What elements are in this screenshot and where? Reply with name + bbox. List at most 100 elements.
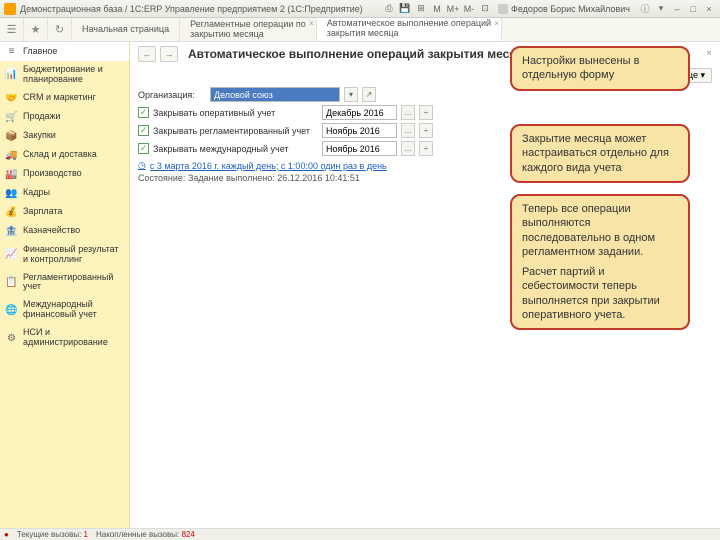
main-toolbar: ☰ ★ ↻ Начальная страница Регламентные оп… — [0, 18, 720, 42]
sidebar-item-production[interactable]: 🏭 Производство — [0, 165, 129, 184]
minimize-icon[interactable]: – — [670, 2, 684, 16]
tab-auto-close[interactable]: Автоматическое выполнение операций закры… — [317, 18, 502, 41]
money-icon: 💰 — [6, 207, 17, 218]
sidebar-item-label: Бюджетирование и планирование — [23, 65, 123, 85]
globe-icon: 🌐 — [6, 305, 17, 316]
tab-close-icon[interactable]: × — [494, 20, 499, 29]
home-icon: ≡ — [6, 46, 17, 57]
month-stepper-icon[interactable]: ÷ — [419, 105, 433, 120]
month-ellipsis-icon[interactable]: … — [401, 141, 415, 156]
sidebar-item-label: Производство — [23, 169, 82, 179]
maximize-icon[interactable]: □ — [686, 2, 700, 16]
sidebar-item-treasury[interactable]: 🏦Казначейство — [0, 222, 129, 241]
tb-calc-icon[interactable]: ⊞ — [414, 2, 428, 16]
clock-icon: ◷ — [138, 160, 146, 171]
truck-icon: 🚚 — [6, 150, 17, 161]
field-dropdown-icon[interactable]: ▾ — [344, 87, 358, 102]
nav-fwd-button[interactable]: → — [160, 46, 178, 62]
row-label: Закрывать оперативный учет — [153, 108, 318, 118]
tb-m-plus[interactable]: M+ — [446, 2, 460, 16]
user-badge[interactable]: Федоров Борис Михайлович — [498, 4, 630, 14]
callout-text: Настройки вынесены в отдельную форму — [522, 55, 639, 81]
sidebar-item-salary[interactable]: 💰 Зарплата — [0, 203, 129, 222]
box-icon: 📦 — [6, 131, 17, 142]
sidebar-item-sales[interactable]: 🛒 Продажи — [0, 108, 129, 127]
sidebar-item-hr[interactable]: 👥Кадры — [0, 184, 129, 203]
month-field[interactable]: Ноябрь 2016 — [322, 141, 397, 156]
sidebar-item-warehouse[interactable]: 🚚 Склад и доставка — [0, 146, 129, 165]
accum-calls-value: 824 — [181, 530, 194, 539]
checkbox-intl[interactable]: ✓ — [138, 143, 149, 154]
sidebar-item-budget[interactable]: 📊 Бюджетирование и планирование — [0, 61, 129, 89]
sidebar-item-label: НСИ и администрирование — [23, 328, 123, 348]
checkbox-operative[interactable]: ✓ — [138, 107, 149, 118]
month-stepper-icon[interactable]: ÷ — [419, 141, 433, 156]
sidebar-item-regaccount[interactable]: 📋 Регламентированный учет — [0, 269, 129, 297]
sidebar-item-intlaccount[interactable]: 🌐 Международный финансовый учет — [0, 296, 129, 324]
avatar-icon — [498, 4, 508, 14]
close-page-icon[interactable]: × — [706, 48, 712, 59]
factory-icon: 🏭 — [6, 169, 17, 180]
tb-dropdown-icon[interactable]: ▾ — [654, 2, 668, 16]
sidebar-item-crm[interactable]: 🤝 CRM и маркетинг — [0, 89, 129, 108]
close-window-icon[interactable]: × — [702, 2, 716, 16]
nav-back-button[interactable]: ← — [138, 46, 156, 62]
bank-icon: 🏦 — [6, 226, 17, 237]
current-calls-value: 1 — [84, 530, 88, 539]
month-stepper-icon[interactable]: ÷ — [419, 123, 433, 138]
month-ellipsis-icon[interactable]: … — [401, 105, 415, 120]
tb-info-icon[interactable]: ⓘ — [638, 2, 652, 16]
star-icon[interactable]: ★ — [24, 18, 48, 41]
history-icon[interactable]: ↻ — [48, 18, 72, 41]
people-icon: 👥 — [6, 188, 17, 199]
tab-label: Начальная страница — [82, 25, 169, 35]
schedule-text: с 3 марта 2016 г. каждый день; с 1:00:00… — [150, 161, 387, 171]
callout-text: Расчет партий и себестоимости теперь вып… — [522, 265, 678, 322]
sidebar-item-purchase[interactable]: 📦 Закупки — [0, 127, 129, 146]
month-field[interactable]: Декабрь 2016 — [322, 105, 397, 120]
handshake-icon: 🤝 — [6, 93, 17, 104]
tb-print-icon[interactable]: ⎙ — [382, 2, 396, 16]
tab-start[interactable]: Начальная страница — [72, 18, 180, 41]
tb-grid-icon[interactable]: ⊡ — [478, 2, 492, 16]
row-operative: ✓ Закрывать оперативный учет Декабрь 201… — [138, 105, 712, 120]
status-value: Задание выполнено: 26.12.2016 10:41:51 — [188, 173, 360, 183]
sidebar-item-label: Склад и доставка — [23, 150, 97, 160]
tb-m[interactable]: M — [430, 2, 444, 16]
tabs-container: Начальная страница Регламентные операции… — [72, 18, 502, 41]
doc-icon: 📋 — [6, 277, 17, 288]
tb-save-icon[interactable]: 💾 — [398, 2, 412, 16]
callout-text: Теперь все операции выполняются последов… — [522, 202, 678, 259]
cart-icon: 🛒 — [6, 112, 17, 123]
row-label: Закрывать международный учет — [153, 144, 318, 154]
sidebar-item-admin[interactable]: ⚙НСИ и администрирование — [0, 324, 129, 352]
sidebar-item-label: Закупки — [23, 131, 56, 141]
field-open-icon[interactable]: ↗ — [362, 87, 376, 102]
sidebar-item-label: CRM и маркетинг — [23, 93, 96, 103]
org-field[interactable]: Деловой союз — [210, 87, 340, 102]
checkbox-reglament[interactable]: ✓ — [138, 125, 149, 136]
sidebar-item-label: Зарплата — [23, 207, 62, 217]
tb-m-minus[interactable]: M- — [462, 2, 476, 16]
tab-reglament[interactable]: Регламентные операции по закрытию месяца… — [180, 18, 317, 41]
sidebar-item-label: Главное — [23, 47, 57, 57]
sidebar-item-label: Регламентированный учет — [23, 273, 123, 293]
month-field[interactable]: Ноябрь 2016 — [322, 123, 397, 138]
tab-label-l2: закрытию месяца — [190, 30, 306, 40]
org-label: Организация: — [138, 90, 206, 100]
status-label: Состояние: — [138, 173, 185, 183]
sidebar-item-label: Продажи — [23, 112, 61, 122]
callout-sequential: Теперь все операции выполняются последов… — [510, 194, 690, 330]
month-ellipsis-icon[interactable]: … — [401, 123, 415, 138]
page-title: Автоматическое выполнение операций закры… — [188, 47, 531, 61]
chart-icon: 📊 — [6, 69, 17, 80]
sidebar: ≡Главное 📊Бюджетирование и планирование … — [0, 42, 130, 528]
status-dot-icon: ● — [4, 530, 9, 539]
statusbar: ● Текущие вызовы: 1 Накопленные вызовы: … — [0, 528, 720, 540]
sidebar-item-label: Международный финансовый учет — [23, 300, 123, 320]
sidebar-item-main[interactable]: ≡ Главное — [0, 42, 129, 61]
sidebar-item-finresult[interactable]: 📈Финансовый результат и контроллинг — [0, 241, 129, 269]
tab-close-icon[interactable]: × — [309, 20, 314, 29]
menu-icon[interactable]: ☰ — [0, 18, 24, 41]
current-calls-label: Текущие вызовы: — [17, 530, 81, 539]
